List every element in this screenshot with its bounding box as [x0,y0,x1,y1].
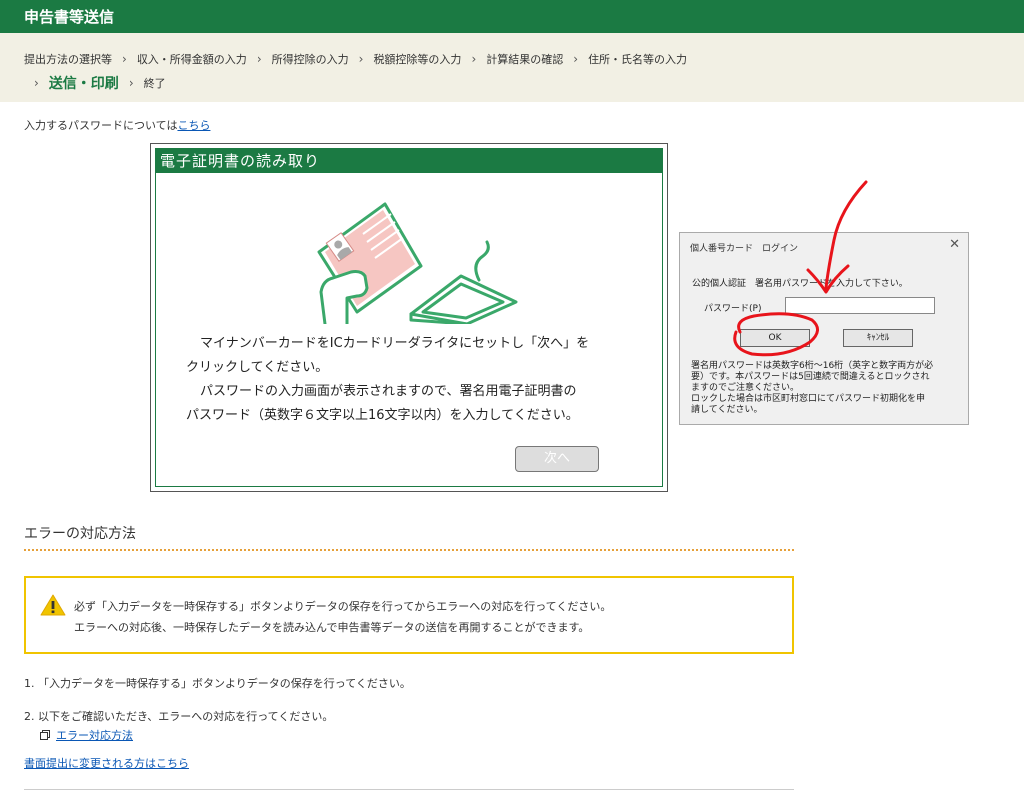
chevron-right-icon: › [122,52,127,66]
warning-line: 必ず「入力データを一時保存する」ボタンよりデータの保存を行ってからエラーへの対応… [74,600,612,613]
certificate-read-title: 電子証明書の読み取り [156,149,662,173]
breadcrumb-row: › 送信・印刷 › 終了 [34,73,166,93]
breadcrumb-current-step: 送信・印刷 [48,76,119,92]
note-line: 署名用パスワードは英数字6桁～16桁（英字と数字両方が必 [691,361,934,371]
password-rules-note: 署名用パスワードは英数字6桁～16桁（英字と数字両方が必 要）です。本パスワード… [691,361,963,416]
step-1: 1. 「入力データを一時保存する」ボタンよりデータの保存を行ってください。 [24,677,411,690]
document-icon [40,730,50,740]
cancel-button[interactable]: ｷｬﾝｾﾙ [843,329,913,347]
error-link-row: エラー対応方法 [40,727,133,743]
instruction-line: パスワードの入力画面が表示されますので、署名用電子証明書の [200,384,577,399]
close-icon[interactable]: ✕ [949,237,960,252]
bottom-divider [24,789,794,790]
chevron-right-icon: › [573,52,579,66]
step-2: 2. 以下をご確認いただき、エラーへの対応を行ってください。 [24,710,334,723]
instruction-line: クリックしてください。 [186,360,329,375]
breadcrumb: 提出方法の選択等 › 収入・所得金額の入力 › 所得控除の入力 › 税額控除等の… [0,33,1024,102]
ok-button[interactable]: OK [740,329,810,347]
warning-line: エラーへの対応後、一時保存したデータを読み込んで申告書等データの送信を再開するこ… [74,621,590,634]
note-line: ますのでご注意ください。 [691,383,800,393]
breadcrumb-step: 計算結果の確認 [486,53,564,66]
note-line: 要）です。本パスワードは5回連続で間違えるとロックされ [691,372,930,382]
breadcrumb-step: 住所・氏名等の入力 [588,53,688,66]
top-header-bar: 申告書等送信 [0,0,1024,33]
password-note: 入力するパスワードについてはこちら [24,117,210,133]
warning-box: 必ず「入力データを一時保存する」ボタンよりデータの保存を行ってからエラーへの対応… [24,576,794,654]
chevron-right-icon: › [256,52,262,66]
note-line: 請してください。 [691,405,763,415]
login-dialog-title: 個人番号カード ログイン [690,244,799,254]
card-reader-illustration [317,202,518,324]
certificate-read-inner: 電子証明書の読み取り マイナンバーカードをICカードリーダライタにセットし「次へ… [155,148,663,487]
password-label: パスワード(P) [704,304,762,314]
instruction-line: マイナンバーカードをICカードリーダライタにセットし「次へ」を [200,336,590,351]
note-line: ロックした場合は市区町村窓口にてパスワード初期化を申 [691,394,926,404]
page-title: 申告書等送信 [24,8,115,26]
warning-icon [40,594,66,616]
certificate-instructions: マイナンバーカードをICカードリーダライタにセットし「次へ」を クリックしてくだ… [186,332,646,428]
instruction-line: パスワード（英数字６文字以上16文字以内）を入力してください。 [186,408,579,423]
breadcrumb-step: 終了 [143,77,166,90]
password-info-link[interactable]: こちら [177,119,210,132]
breadcrumb-step: 収入・所得金額の入力 [136,53,247,66]
breadcrumb-step: 所得控除の入力 [271,53,349,66]
card-login-dialog: 個人番号カード ログイン ✕ 公的個人認証 署名用パスワードを入力して下さい。 … [679,232,969,425]
error-handling-link[interactable]: エラー対応方法 [56,727,133,743]
next-button[interactable]: 次へ [515,446,599,472]
breadcrumb-row: 提出方法の選択等 › 収入・所得金額の入力 › 所得控除の入力 › 税額控除等の… [24,51,687,67]
error-section-heading: エラーの対応方法 [24,526,136,542]
password-note-text: 入力するパスワードについては [24,119,178,132]
breadcrumb-step: 提出方法の選択等 [24,53,112,66]
password-input[interactable] [785,297,935,314]
section-divider [24,549,794,551]
chevron-right-icon: › [128,76,134,90]
breadcrumb-step: 税額控除等の入力 [373,53,462,66]
login-instruction: 公的個人認証 署名用パスワードを入力して下さい。 [692,279,908,289]
paper-submission-link[interactable]: 書面提出に変更される方はこちら [24,755,189,771]
chevron-right-icon: › [471,52,477,66]
certificate-read-panel: 電子証明書の読み取り マイナンバーカードをICカードリーダライタにセットし「次へ… [150,143,668,492]
chevron-right-icon: › [34,76,39,90]
chevron-right-icon: › [358,52,364,66]
